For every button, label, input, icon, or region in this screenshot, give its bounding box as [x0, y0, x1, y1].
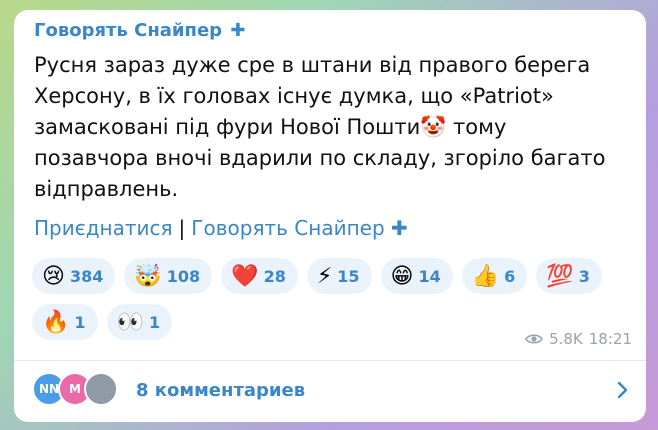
message-meta: 5.8K 18:21: [525, 330, 632, 348]
join-link[interactable]: Приєднатися: [34, 216, 173, 240]
avatar: [84, 372, 118, 406]
message-text: Русня зараз дуже сре в штани від правого…: [34, 53, 606, 201]
lightning-emoji-icon: ⚡: [316, 263, 333, 289]
views-count: 5.8K: [549, 330, 583, 348]
heart-emoji-icon: ❤️: [231, 263, 259, 289]
channel-link[interactable]: Говорять Снайпер ✚: [191, 216, 407, 240]
reaction-count: 1: [148, 312, 161, 332]
comments-button[interactable]: NN M 8 комментариев: [32, 366, 632, 414]
message-time: 18:21: [588, 330, 632, 348]
reaction-count: 28: [263, 266, 286, 286]
mind-blown-emoji-icon: 🤯: [134, 263, 162, 289]
reaction-thumbs-up[interactable]: 👍 6: [461, 258, 528, 294]
reaction-fire[interactable]: 🔥 1: [32, 304, 98, 340]
reaction-count: 384: [69, 266, 104, 286]
reaction-lightning[interactable]: ⚡ 15: [306, 258, 372, 294]
channel-name[interactable]: Говорять Снайпер ✚: [34, 20, 245, 41]
reactions-row: 😢 384 🤯 108 ❤️ 28 ⚡ 15 😁 14 👍 6 💯 3: [32, 258, 642, 294]
divider: [14, 360, 646, 361]
reaction-count: 15: [337, 266, 360, 286]
commenter-avatars: NN M: [32, 372, 124, 408]
crying-emoji-icon: 😢: [42, 263, 65, 289]
eyes-emoji-icon: 👀: [116, 309, 144, 335]
fire-emoji-icon: 🔥: [42, 309, 70, 335]
reaction-count: 1: [74, 312, 86, 332]
eye-icon: [525, 334, 543, 344]
reaction-count: 6: [504, 266, 516, 286]
cross-icon: ✚: [230, 20, 246, 41]
hundred-emoji-icon: 💯: [546, 263, 574, 289]
message-links: Приєднатися | Говорять Снайпер ✚: [34, 216, 408, 240]
grin-emoji-icon: 😁: [390, 263, 414, 289]
link-separator: |: [178, 216, 186, 240]
reaction-eyes[interactable]: 👀 1: [106, 304, 173, 340]
reaction-grin[interactable]: 😁 14: [380, 258, 453, 294]
chevron-right-icon[interactable]: [612, 380, 632, 400]
reaction-mind-blown[interactable]: 🤯 108: [124, 258, 213, 294]
reaction-hundred[interactable]: 💯 3: [536, 258, 602, 294]
message-bubble: Говорять Снайпер ✚ Русня зараз дуже сре …: [14, 10, 646, 422]
reaction-count: 108: [166, 266, 201, 286]
reaction-count: 14: [418, 266, 441, 286]
thumbs-up-emoji-icon: 👍: [471, 263, 500, 289]
reaction-heart[interactable]: ❤️ 28: [221, 258, 298, 294]
reaction-crying[interactable]: 😢 384: [32, 258, 116, 294]
channel-name-text[interactable]: Говорять Снайпер: [34, 20, 222, 41]
comments-label[interactable]: 8 комментариев: [136, 380, 305, 401]
reaction-count: 3: [578, 266, 590, 286]
